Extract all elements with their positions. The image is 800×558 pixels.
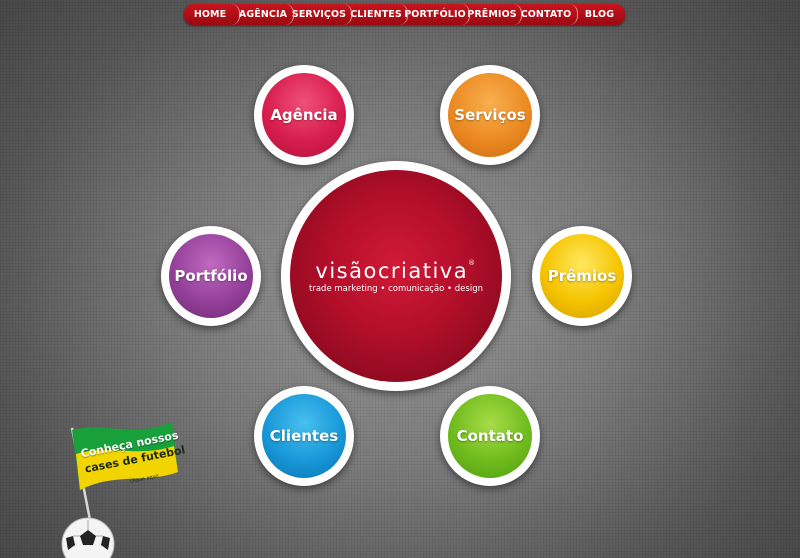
contato-bubble-button[interactable]: Contato	[440, 386, 540, 486]
nav-item-premios[interactable]: PRÊMIOS	[466, 4, 518, 25]
portfolio-bubble-label: Portfólio	[169, 234, 253, 318]
agencia-bubble-button[interactable]: Agência	[254, 65, 354, 165]
portfolio-bubble-button[interactable]: Portfólio	[161, 226, 261, 326]
center-logo-circle[interactable]: visãocriativa® trade marketing • comunic…	[281, 161, 511, 391]
clientes-bubble-label: Clientes	[262, 394, 346, 478]
clientes-bubble-button[interactable]: Clientes	[254, 386, 354, 486]
servicos-bubble-label: Serviços	[448, 73, 532, 157]
premios-bubble-label: Prêmios	[540, 234, 624, 318]
nav-item-portfolio[interactable]: PORTFÓLIO	[404, 4, 466, 25]
soccer-ball-icon	[61, 517, 115, 558]
top-nav-bar: HOME AGÊNCIA SERVIÇOS CLIENTES PORTFÓLIO…	[184, 4, 625, 25]
contato-bubble-label: Contato	[448, 394, 532, 478]
nav-item-contato[interactable]: CONTATO	[518, 4, 574, 25]
nav-item-home[interactable]: HOME	[184, 4, 236, 25]
center-logo-disc: visãocriativa® trade marketing • comunic…	[290, 170, 502, 382]
brand-logo: visãocriativa®	[315, 259, 476, 283]
nav-item-clientes[interactable]: CLIENTES	[348, 4, 404, 25]
servicos-bubble-button[interactable]: Serviços	[440, 65, 540, 165]
nav-item-agencia[interactable]: AGÊNCIA	[236, 4, 290, 25]
premios-bubble-button[interactable]: Prêmios	[532, 226, 632, 326]
agencia-bubble-label: Agência	[262, 73, 346, 157]
nav-item-servicos[interactable]: SERVIÇOS	[290, 4, 348, 25]
registered-mark: ®	[468, 258, 477, 267]
brand-name: visãocriativa	[315, 258, 469, 283]
nav-item-blog[interactable]: BLOG	[574, 4, 625, 25]
brand-tagline: trade marketing • comunicação • design	[309, 283, 483, 294]
